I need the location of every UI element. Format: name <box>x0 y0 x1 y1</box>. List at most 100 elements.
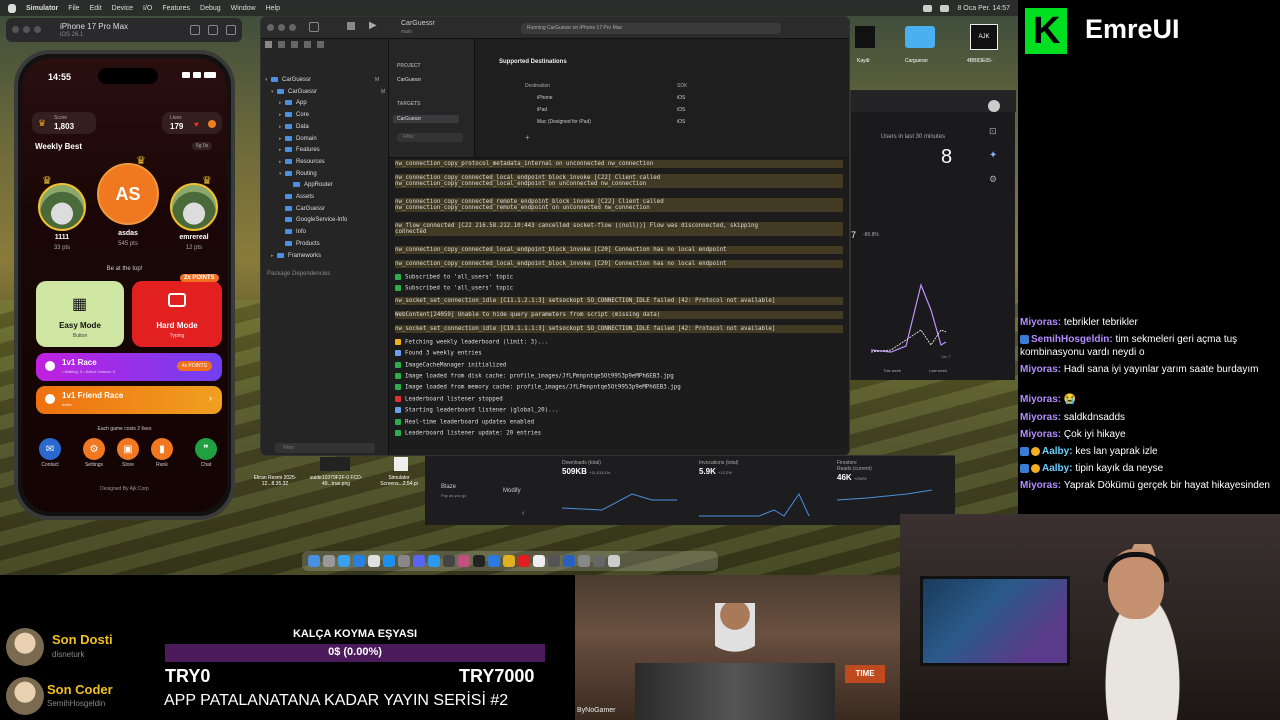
modify-plan-button[interactable]: Modify <box>503 488 521 494</box>
collapse-icon[interactable]: ‹ <box>522 510 524 517</box>
tree-item[interactable]: ▸ Frameworks <box>271 252 321 259</box>
navigator-filter-input[interactable]: Filter <box>275 443 375 453</box>
tree-item[interactable]: Products <box>279 240 320 247</box>
obs-icon[interactable] <box>548 555 560 567</box>
tree-item[interactable]: ▸ Core <box>279 112 309 118</box>
menu-features[interactable]: Features <box>162 5 190 12</box>
target-item[interactable]: CarGuessr <box>393 115 459 123</box>
desktop-file-label[interactable]: uuide10379F2F-0 FCD-49...true.png <box>306 475 366 487</box>
menu-window[interactable]: Window <box>231 5 256 12</box>
folder-tab-icon[interactable] <box>265 41 272 48</box>
battery-icon[interactable] <box>940 4 950 12</box>
simulator-icon[interactable] <box>443 555 455 567</box>
folder-icon[interactable] <box>905 26 935 48</box>
app-icon[interactable] <box>563 555 575 567</box>
tree-item[interactable]: GoogleService-InfoM <box>279 217 393 223</box>
screenshot-icon[interactable] <box>208 25 218 35</box>
run-icon[interactable]: ▶ <box>369 20 377 31</box>
tree-item[interactable]: AppRouter <box>287 182 333 188</box>
tree-item[interactable]: ▸ Features <box>279 147 320 153</box>
menubar-clock[interactable]: 8 Oca Per. 14:57 <box>957 5 1010 12</box>
lock-icon[interactable]: ⊡ <box>989 126 997 137</box>
hard-mode-button[interactable]: Hard Mode Typing <box>132 281 222 347</box>
safari-icon[interactable] <box>338 555 350 567</box>
app-icon[interactable] <box>533 555 545 567</box>
add-destination-icon[interactable]: + <box>525 133 530 142</box>
menu-edit[interactable]: Edit <box>90 5 102 12</box>
menu-io[interactable]: I/O <box>143 5 152 12</box>
photos-icon[interactable] <box>368 555 380 567</box>
nav-chat[interactable]: ❞ Chat <box>192 438 220 468</box>
avatar[interactable] <box>38 183 86 231</box>
destination-row[interactable]: iPad <box>537 107 547 113</box>
settings-icon[interactable]: ⚙ <box>989 174 997 185</box>
image-thumbnail-icon[interactable] <box>320 457 350 471</box>
destination-row[interactable]: Mac (Designed for iPad) <box>537 119 591 125</box>
friend-race-button[interactable]: 1v1 Friend Race Invite › <box>36 386 222 414</box>
sidebar-toggle-icon[interactable] <box>309 22 319 32</box>
launchpad-icon[interactable] <box>323 555 335 567</box>
zoom-window-icon[interactable] <box>34 26 41 33</box>
sparkle-icon[interactable]: ✦ <box>989 150 997 161</box>
nav-settings[interactable]: ⚙ Settings <box>80 438 108 468</box>
vscode-icon[interactable] <box>488 555 500 567</box>
project-item[interactable]: CarGuessr <box>397 77 421 83</box>
desktop-file-label[interactable]: Simulator Screens...2.54.pi <box>376 475 422 487</box>
terminal-icon[interactable] <box>473 555 485 567</box>
close-window-icon[interactable] <box>267 24 274 31</box>
menu-simulator[interactable]: Simulator <box>26 5 58 12</box>
menu-device[interactable]: Device <box>112 5 133 12</box>
menu-debug[interactable]: Debug <box>200 5 221 12</box>
minimize-window-icon[interactable] <box>278 24 285 31</box>
home-icon[interactable] <box>190 25 200 35</box>
tree-item[interactable]: ▾ Routing <box>279 170 317 177</box>
add-lives-icon[interactable] <box>208 120 216 128</box>
easy-mode-button[interactable]: ▦ Easy Mode Button <box>36 281 124 347</box>
mail-icon[interactable] <box>353 555 365 567</box>
avatar[interactable]: AS <box>97 163 159 225</box>
destination-row[interactable]: iPhone <box>537 95 553 101</box>
desktop-file-label[interactable]: Ekran Resmi 2025-12...8.35.32 <box>252 475 298 487</box>
apple-icon[interactable] <box>8 3 16 13</box>
minimize-window-icon[interactable] <box>23 26 30 33</box>
symbols-tab-icon[interactable] <box>291 41 298 48</box>
wifi-icon[interactable] <box>923 4 933 12</box>
nav-rank[interactable]: ▮ Rank <box>148 438 176 468</box>
source-control-tab-icon[interactable] <box>278 41 285 48</box>
tree-item[interactable]: ▸ Data <box>279 123 309 130</box>
ajk-logo-icon[interactable]: AJK <box>970 24 998 50</box>
tree-item[interactable]: InfoM <box>279 229 393 235</box>
debug-console[interactable]: nw_connection_copy_protocol_metadata_int… <box>389 157 849 449</box>
race-button[interactable]: 1v1 Race • Waiting: 0 • Active Games: 0 … <box>36 353 222 381</box>
settings-icon[interactable] <box>398 555 410 567</box>
rotate-icon[interactable] <box>226 25 236 35</box>
tree-item[interactable]: ▾ CarGuessr M <box>265 77 379 83</box>
xcode-icon[interactable] <box>428 555 440 567</box>
app-store-icon[interactable] <box>383 555 395 567</box>
avatar[interactable] <box>170 183 218 231</box>
tree-item[interactable]: ▸ Domain <box>279 135 317 142</box>
simulator-titlebar[interactable]: iPhone 17 Pro Max iOS 26.1 <box>6 18 242 42</box>
close-window-icon[interactable] <box>12 26 19 33</box>
nav-store[interactable]: ▣ Store <box>114 438 142 468</box>
menu-help[interactable]: Help <box>266 5 280 12</box>
zoom-window-icon[interactable] <box>289 24 296 31</box>
tree-item[interactable]: ▾ CarGuessr M <box>271 88 385 95</box>
instruments-icon[interactable] <box>458 555 470 567</box>
app-icon[interactable] <box>578 555 590 567</box>
discord-icon[interactable] <box>413 555 425 567</box>
tree-item[interactable]: CarGuessrM <box>279 205 393 212</box>
image-thumbnail-icon[interactable] <box>394 457 408 471</box>
profile-icon[interactable] <box>988 100 1000 112</box>
tree-item[interactable]: AssetsM <box>279 194 393 200</box>
issues-tab-icon[interactable] <box>317 41 324 48</box>
lives-card[interactable]: Lives 179 ♥ <box>162 112 222 134</box>
tree-item[interactable]: ▸ Resources <box>279 158 325 165</box>
chrome-icon[interactable] <box>503 555 515 567</box>
menu-file[interactable]: File <box>68 5 79 12</box>
tree-item[interactable]: ▸ App <box>279 100 307 106</box>
stop-icon[interactable] <box>347 22 355 30</box>
trash-icon[interactable] <box>608 555 620 567</box>
find-tab-icon[interactable] <box>304 41 311 48</box>
file-icon[interactable] <box>855 26 875 48</box>
